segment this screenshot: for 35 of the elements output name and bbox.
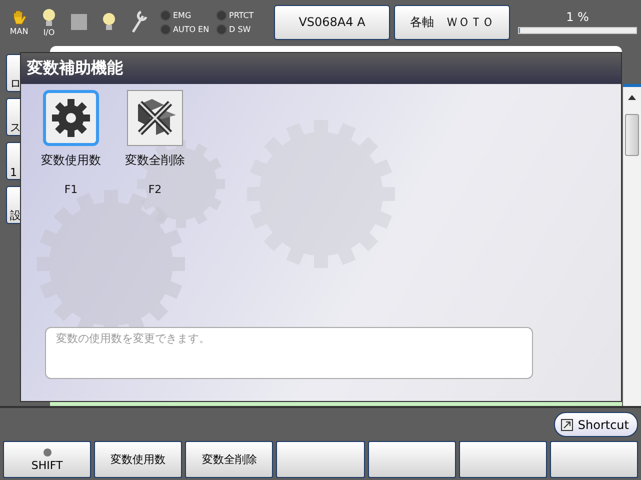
mode-label: MAN — [10, 26, 28, 36]
function-label: 変数全削除 — [125, 152, 185, 169]
function-key[interactable] — [368, 441, 456, 478]
square-icon — [71, 14, 87, 30]
bulb-icon — [102, 12, 116, 32]
description-box: 変数の使用数を変更できます。 — [45, 327, 533, 379]
scrollbar[interactable] — [623, 84, 641, 406]
dialog-title: 変数補助機能 — [21, 53, 621, 84]
bulb-icon — [42, 8, 56, 28]
indicator-label: D SW — [229, 24, 251, 34]
status-button[interactable]: 各軸 ＷＯＴＯ — [394, 4, 510, 40]
mode-label: I/O — [43, 28, 55, 36]
function-key[interactable] — [550, 441, 638, 478]
function-label: 変数使用数 — [41, 152, 101, 169]
shift-key[interactable]: SHIFT — [3, 441, 92, 478]
function-key[interactable]: 変数使用数 — [94, 441, 182, 478]
scroll-up-icon[interactable] — [628, 95, 636, 100]
scroll-thumb[interactable] — [625, 114, 639, 156]
status-button[interactable]: VS068A4 A — [274, 4, 390, 40]
indicator-label: EMG — [173, 10, 192, 20]
indicator-label: AUTO EN — [173, 24, 210, 34]
shortcut-icon — [560, 418, 573, 430]
function-key[interactable] — [458, 441, 547, 478]
function-key-label: F1 — [64, 183, 78, 196]
shortcut-button[interactable]: Shortcut — [554, 412, 638, 437]
function-key[interactable] — [276, 441, 365, 478]
wrench-icon — [130, 10, 148, 34]
function-tile[interactable] — [43, 90, 99, 146]
function-tile[interactable] — [127, 90, 183, 146]
gear-icon — [51, 98, 91, 138]
function-key[interactable]: 変数全削除 — [185, 441, 274, 478]
function-key-label: F2 — [148, 183, 162, 196]
indicator-label: PRTCT — [229, 10, 254, 20]
lamp-icon — [42, 448, 52, 456]
speed-reading: 1 % — [566, 10, 589, 24]
